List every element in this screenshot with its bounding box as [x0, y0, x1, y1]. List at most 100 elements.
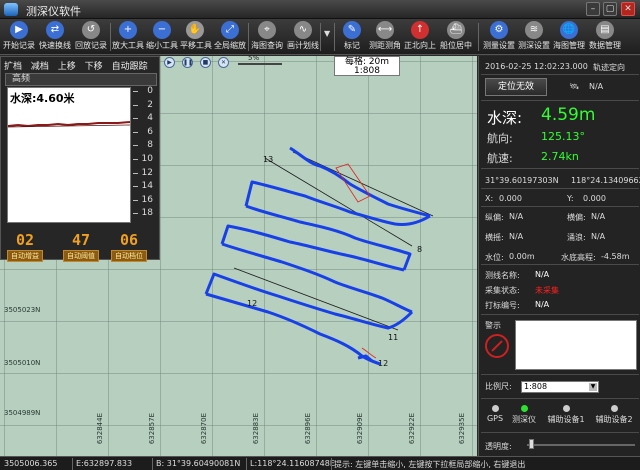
toolbar-item-2[interactable]: ↺ 回放记录: [74, 21, 108, 53]
x-tick: 632896E: [304, 412, 312, 444]
device-label: 辅助设备1: [547, 415, 585, 424]
scale-select[interactable]: 1:808 ▼: [521, 381, 599, 393]
toolbar-item-13[interactable]: ⚙ 测量设置: [482, 21, 516, 53]
playback-slider[interactable]: [238, 63, 282, 65]
toolbar-label: 标记: [344, 41, 360, 50]
play-icon[interactable]: ▶: [164, 57, 175, 68]
heading-value: 125.13°: [541, 130, 585, 143]
toolbar-label: 测深设置: [518, 41, 550, 50]
toolbar-item-7[interactable]: ⌖ 海图查询: [250, 21, 284, 53]
window-title: 测深仪软件: [26, 5, 81, 18]
toolbar-separator: [334, 23, 335, 51]
status-dot-icon: [610, 405, 618, 412]
orientation-mode[interactable]: 轨迹定向: [593, 62, 625, 73]
pause-icon[interactable]: ❚❚: [182, 57, 193, 68]
depth-scale: 0 2 4 6 8 10 12 14 16 18: [133, 86, 155, 223]
status-bar: 3505006.365 E:632897.833 B: 31°39.604900…: [0, 456, 640, 470]
play-icon: ▶: [10, 21, 28, 39]
stop-icon[interactable]: ■: [200, 57, 211, 68]
device-label: 测深仪: [512, 415, 536, 424]
collect-status-value: 未采集: [535, 286, 559, 295]
depth-tick: 18: [133, 208, 155, 218]
close-button[interactable]: ✕: [621, 2, 635, 16]
alarm-box: [515, 320, 637, 370]
offset-lat-label: 横偏:: [567, 213, 586, 222]
device-aux2: 辅助设备2: [591, 405, 637, 425]
toolbar-item-1[interactable]: ⇄ 快速换线: [38, 21, 72, 53]
title-bar: 测深仪软件 – ▢ ✕: [0, 0, 640, 19]
chevron-down-icon[interactable]: ▼: [324, 29, 330, 38]
auto-range-control[interactable]: 06 自动档位: [111, 231, 147, 262]
toolbar-item-10[interactable]: ⟷ 测距测角: [368, 21, 402, 53]
toolbar-item-14[interactable]: ≋ 测深设置: [518, 21, 550, 53]
device-gps: GPS: [483, 405, 507, 423]
status-northing: 3505006.365: [4, 459, 58, 468]
depth-tick: 0: [133, 86, 155, 96]
toolbar-item-5[interactable]: ✋ 平移工具: [180, 21, 212, 53]
bottom-elevation-value: -4.58m: [601, 252, 630, 261]
move-up-button[interactable]: 上移: [58, 59, 76, 72]
reduce-range-button[interactable]: 减档: [31, 59, 49, 72]
depth-label: 水深:: [487, 109, 523, 127]
satellite-icon: 🛰: [569, 82, 580, 91]
latitude: 31°39.60197303N: [485, 176, 559, 185]
maximize-button[interactable]: ▢: [603, 2, 617, 16]
toolbar-item-11[interactable]: ↑ 正北向上: [404, 21, 436, 53]
y-tick: 3504989N: [4, 409, 41, 417]
depth-tick: 4: [133, 113, 155, 123]
echogram: 水深:4.60米: [7, 87, 131, 223]
auto-threshold-control[interactable]: 47 自动阈值: [63, 231, 99, 262]
echogram-trace: [8, 121, 130, 128]
toolbar-separator: [110, 23, 111, 51]
line-label: 13: [263, 155, 273, 164]
speed-value: 2.74kn: [541, 150, 579, 163]
threshold-value: 47: [71, 231, 91, 249]
toolbar-label: 回放记录: [75, 41, 107, 50]
offset-lat-value: N/A: [591, 212, 606, 221]
range-value: 06: [119, 231, 139, 249]
zoom-out-icon: −: [153, 21, 171, 39]
fix-na: N/A: [589, 82, 604, 91]
toolbar-item-12[interactable]: ⛴ 船位居中: [438, 21, 474, 53]
toolbar-item-4[interactable]: − 缩小工具: [146, 21, 178, 53]
zoom-in-icon: +: [119, 21, 137, 39]
longitude: 118°24.13409662E: [571, 176, 640, 185]
toolbar-separator: [320, 23, 321, 51]
transparency-thumb[interactable]: [529, 439, 534, 449]
toolbar-item-6[interactable]: ⤢ 全局缩放: [212, 21, 248, 53]
toolbar-label: 放大工具: [112, 41, 144, 50]
heading-label: 航向:: [487, 132, 513, 145]
toolbar-item-3[interactable]: + 放大工具: [112, 21, 144, 53]
map-ratio: 1:808: [354, 66, 380, 76]
toolbar-item-9[interactable]: ✎ 标记: [338, 21, 366, 53]
toolbar-label: 测距测角: [369, 41, 401, 50]
x-tick: 632870E: [200, 412, 208, 444]
range-label: 自动档位: [111, 250, 147, 262]
speed-label: 航速:: [487, 152, 513, 165]
auto-gain-control[interactable]: 02 自动增益: [7, 231, 43, 262]
toolbar-item-15[interactable]: 🌐 海图管理: [552, 21, 586, 53]
x-tick: 632883E: [252, 412, 260, 444]
ship-center-icon: ⛴: [447, 21, 465, 39]
close-icon[interactable]: ✕: [218, 57, 229, 68]
offset-long-label: 纵偏:: [485, 213, 504, 222]
move-down-button[interactable]: 下移: [85, 59, 103, 72]
query-icon: ⌖: [258, 21, 276, 39]
toolbar-label: 快速换线: [39, 41, 71, 50]
switch-line-icon: ⇄: [46, 21, 64, 39]
minimize-button[interactable]: –: [586, 2, 600, 16]
map-scale-box: 每格: 20m 1:808: [334, 56, 400, 76]
y-value: 0.000: [583, 194, 606, 203]
toolbar-item-8[interactable]: ∿ 画计划线: [286, 21, 320, 53]
roll-label: 横摇:: [485, 233, 504, 242]
expand-range-button[interactable]: 扩档: [4, 59, 22, 72]
depth-tick: 2: [133, 100, 155, 110]
fix-status-button[interactable]: 定位无效: [485, 78, 547, 96]
toolbar-item-0[interactable]: ▶ 开始记录: [2, 21, 36, 53]
auto-track-button[interactable]: 自动跟踪: [112, 59, 148, 72]
scale-select-value: 1:808: [524, 382, 548, 391]
depth-tick: 8: [133, 140, 155, 150]
toolbar-label: 开始记录: [3, 41, 35, 50]
transparency-slider[interactable]: [527, 444, 635, 446]
toolbar-item-16[interactable]: ▤ 数据管理: [588, 21, 622, 53]
